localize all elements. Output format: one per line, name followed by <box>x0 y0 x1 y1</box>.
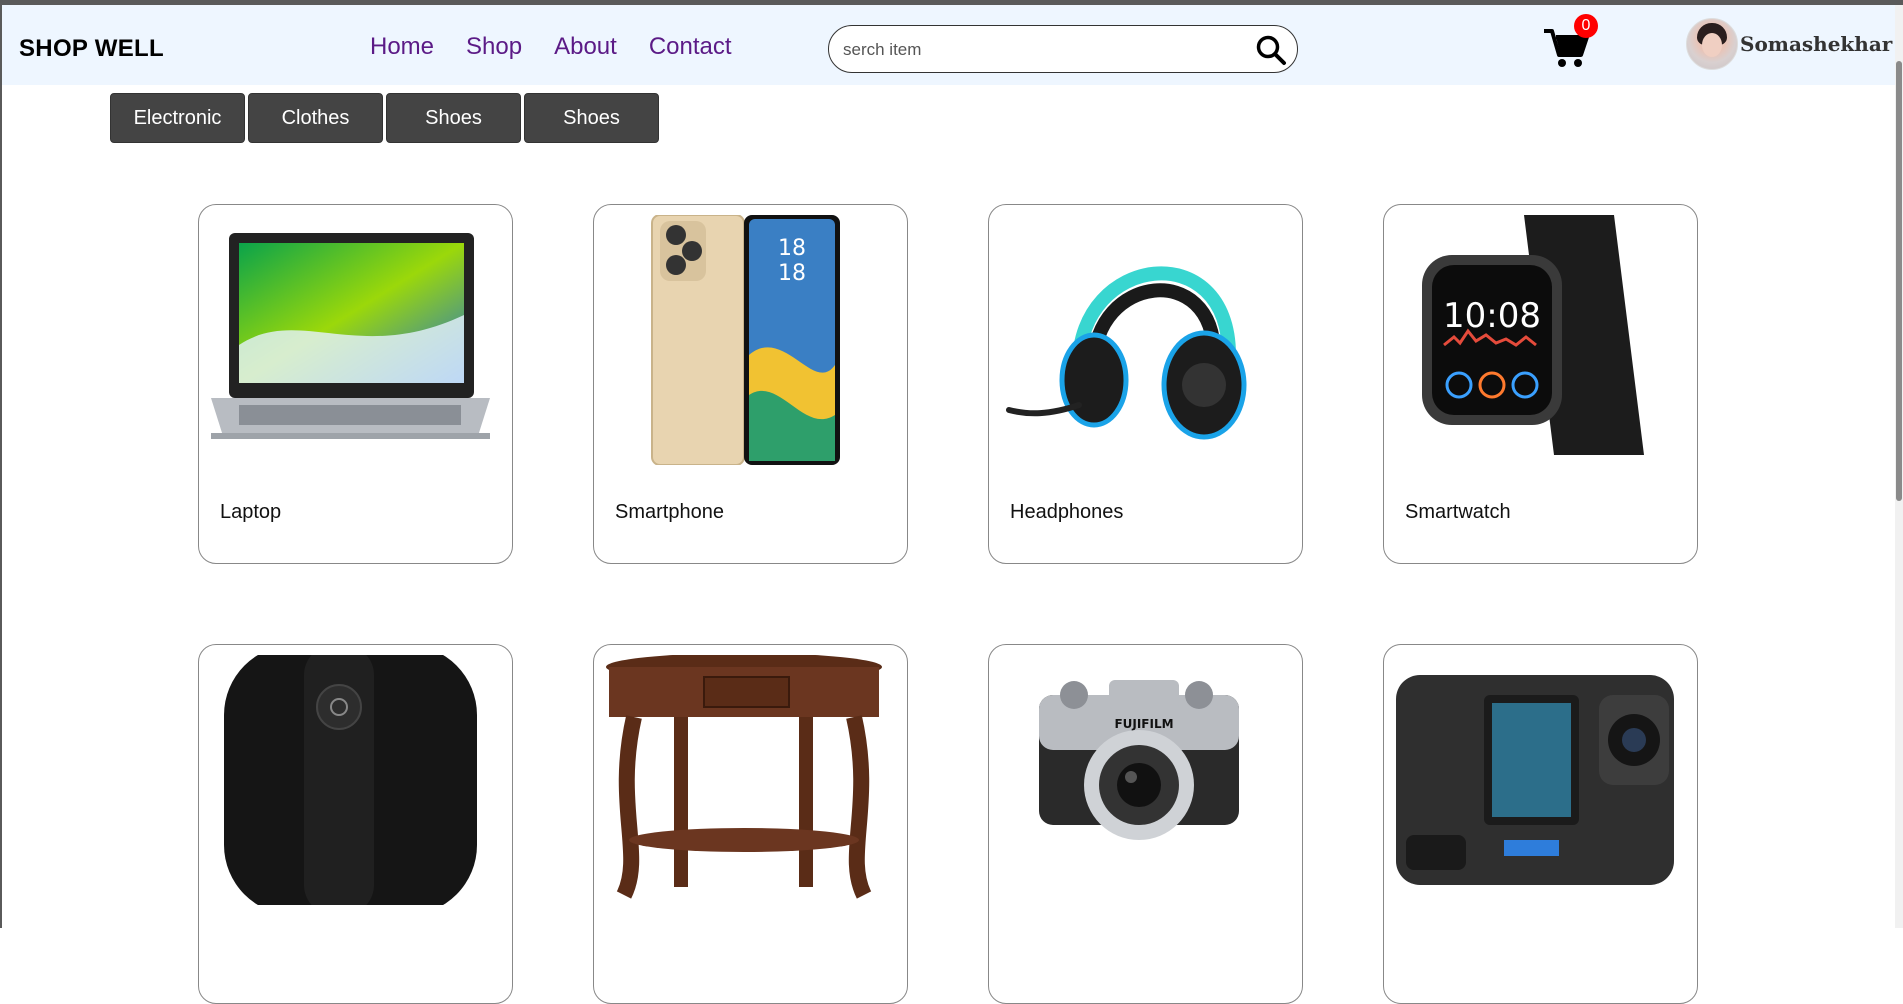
smartwatch-image: 10:08 <box>1394 215 1677 465</box>
product-name: Smartwatch <box>1405 501 1511 523</box>
category-shoes-2[interactable]: Shoes <box>524 93 659 143</box>
search-input[interactable] <box>841 34 1245 66</box>
main-nav: Home Shop About Contact <box>370 33 764 61</box>
headphones-image <box>999 215 1282 465</box>
search-bar <box>828 25 1298 73</box>
username: Somashekhar <box>1740 32 1893 56</box>
cart-count-badge: 0 <box>1574 14 1598 38</box>
product-card-table[interactable] <box>593 644 908 1004</box>
category-electronic[interactable]: Electronic <box>110 93 245 143</box>
search-icon[interactable] <box>1255 34 1287 66</box>
svg-text:18: 18 <box>778 261 806 286</box>
smartphone-image: 18 18 <box>604 215 887 465</box>
scrollbar-thumb[interactable] <box>1896 61 1902 501</box>
avatar <box>1686 18 1738 70</box>
vertical-scrollbar[interactable] <box>1895 5 1903 928</box>
category-shoes[interactable]: Shoes <box>386 93 521 143</box>
site-header: SHOP WELL Home Shop About Contact <box>2 5 1895 85</box>
product-card-smartphone[interactable]: 18 18 Smartphone <box>593 204 908 564</box>
product-card-speaker[interactable] <box>198 644 513 1004</box>
brand-logo[interactable]: SHOP WELL <box>19 35 164 63</box>
nav-home[interactable]: Home <box>370 33 434 61</box>
laptop-image <box>209 215 492 465</box>
product-name: Laptop <box>220 501 282 523</box>
svg-text:FUJIFILM: FUJIFILM <box>1114 717 1173 731</box>
svg-text:10:08: 10:08 <box>1443 296 1541 336</box>
category-bar: Electronic Clothes Shoes Shoes <box>110 93 659 143</box>
product-name: Headphones <box>1010 501 1124 523</box>
camera-image: FUJIFILM <box>999 655 1282 905</box>
product-card-headphones[interactable]: Headphones <box>988 204 1303 564</box>
category-clothes[interactable]: Clothes <box>248 93 383 143</box>
nav-contact[interactable]: Contact <box>649 33 732 61</box>
svg-text:18: 18 <box>778 236 806 261</box>
nav-shop[interactable]: Shop <box>466 33 522 61</box>
speaker-image <box>209 655 492 905</box>
nav-about[interactable]: About <box>554 33 617 61</box>
product-card-action-camera[interactable] <box>1383 644 1698 1004</box>
table-image <box>604 655 887 905</box>
product-card-laptop[interactable]: Laptop <box>198 204 513 564</box>
action-camera-image <box>1394 655 1677 905</box>
product-card-camera[interactable]: FUJIFILM <box>988 644 1303 1004</box>
user-profile[interactable]: Somashekhar <box>1686 18 1892 70</box>
product-card-smartwatch[interactable]: 10:08 Smartwatch <box>1383 204 1698 564</box>
product-name: Smartphone <box>615 501 724 523</box>
